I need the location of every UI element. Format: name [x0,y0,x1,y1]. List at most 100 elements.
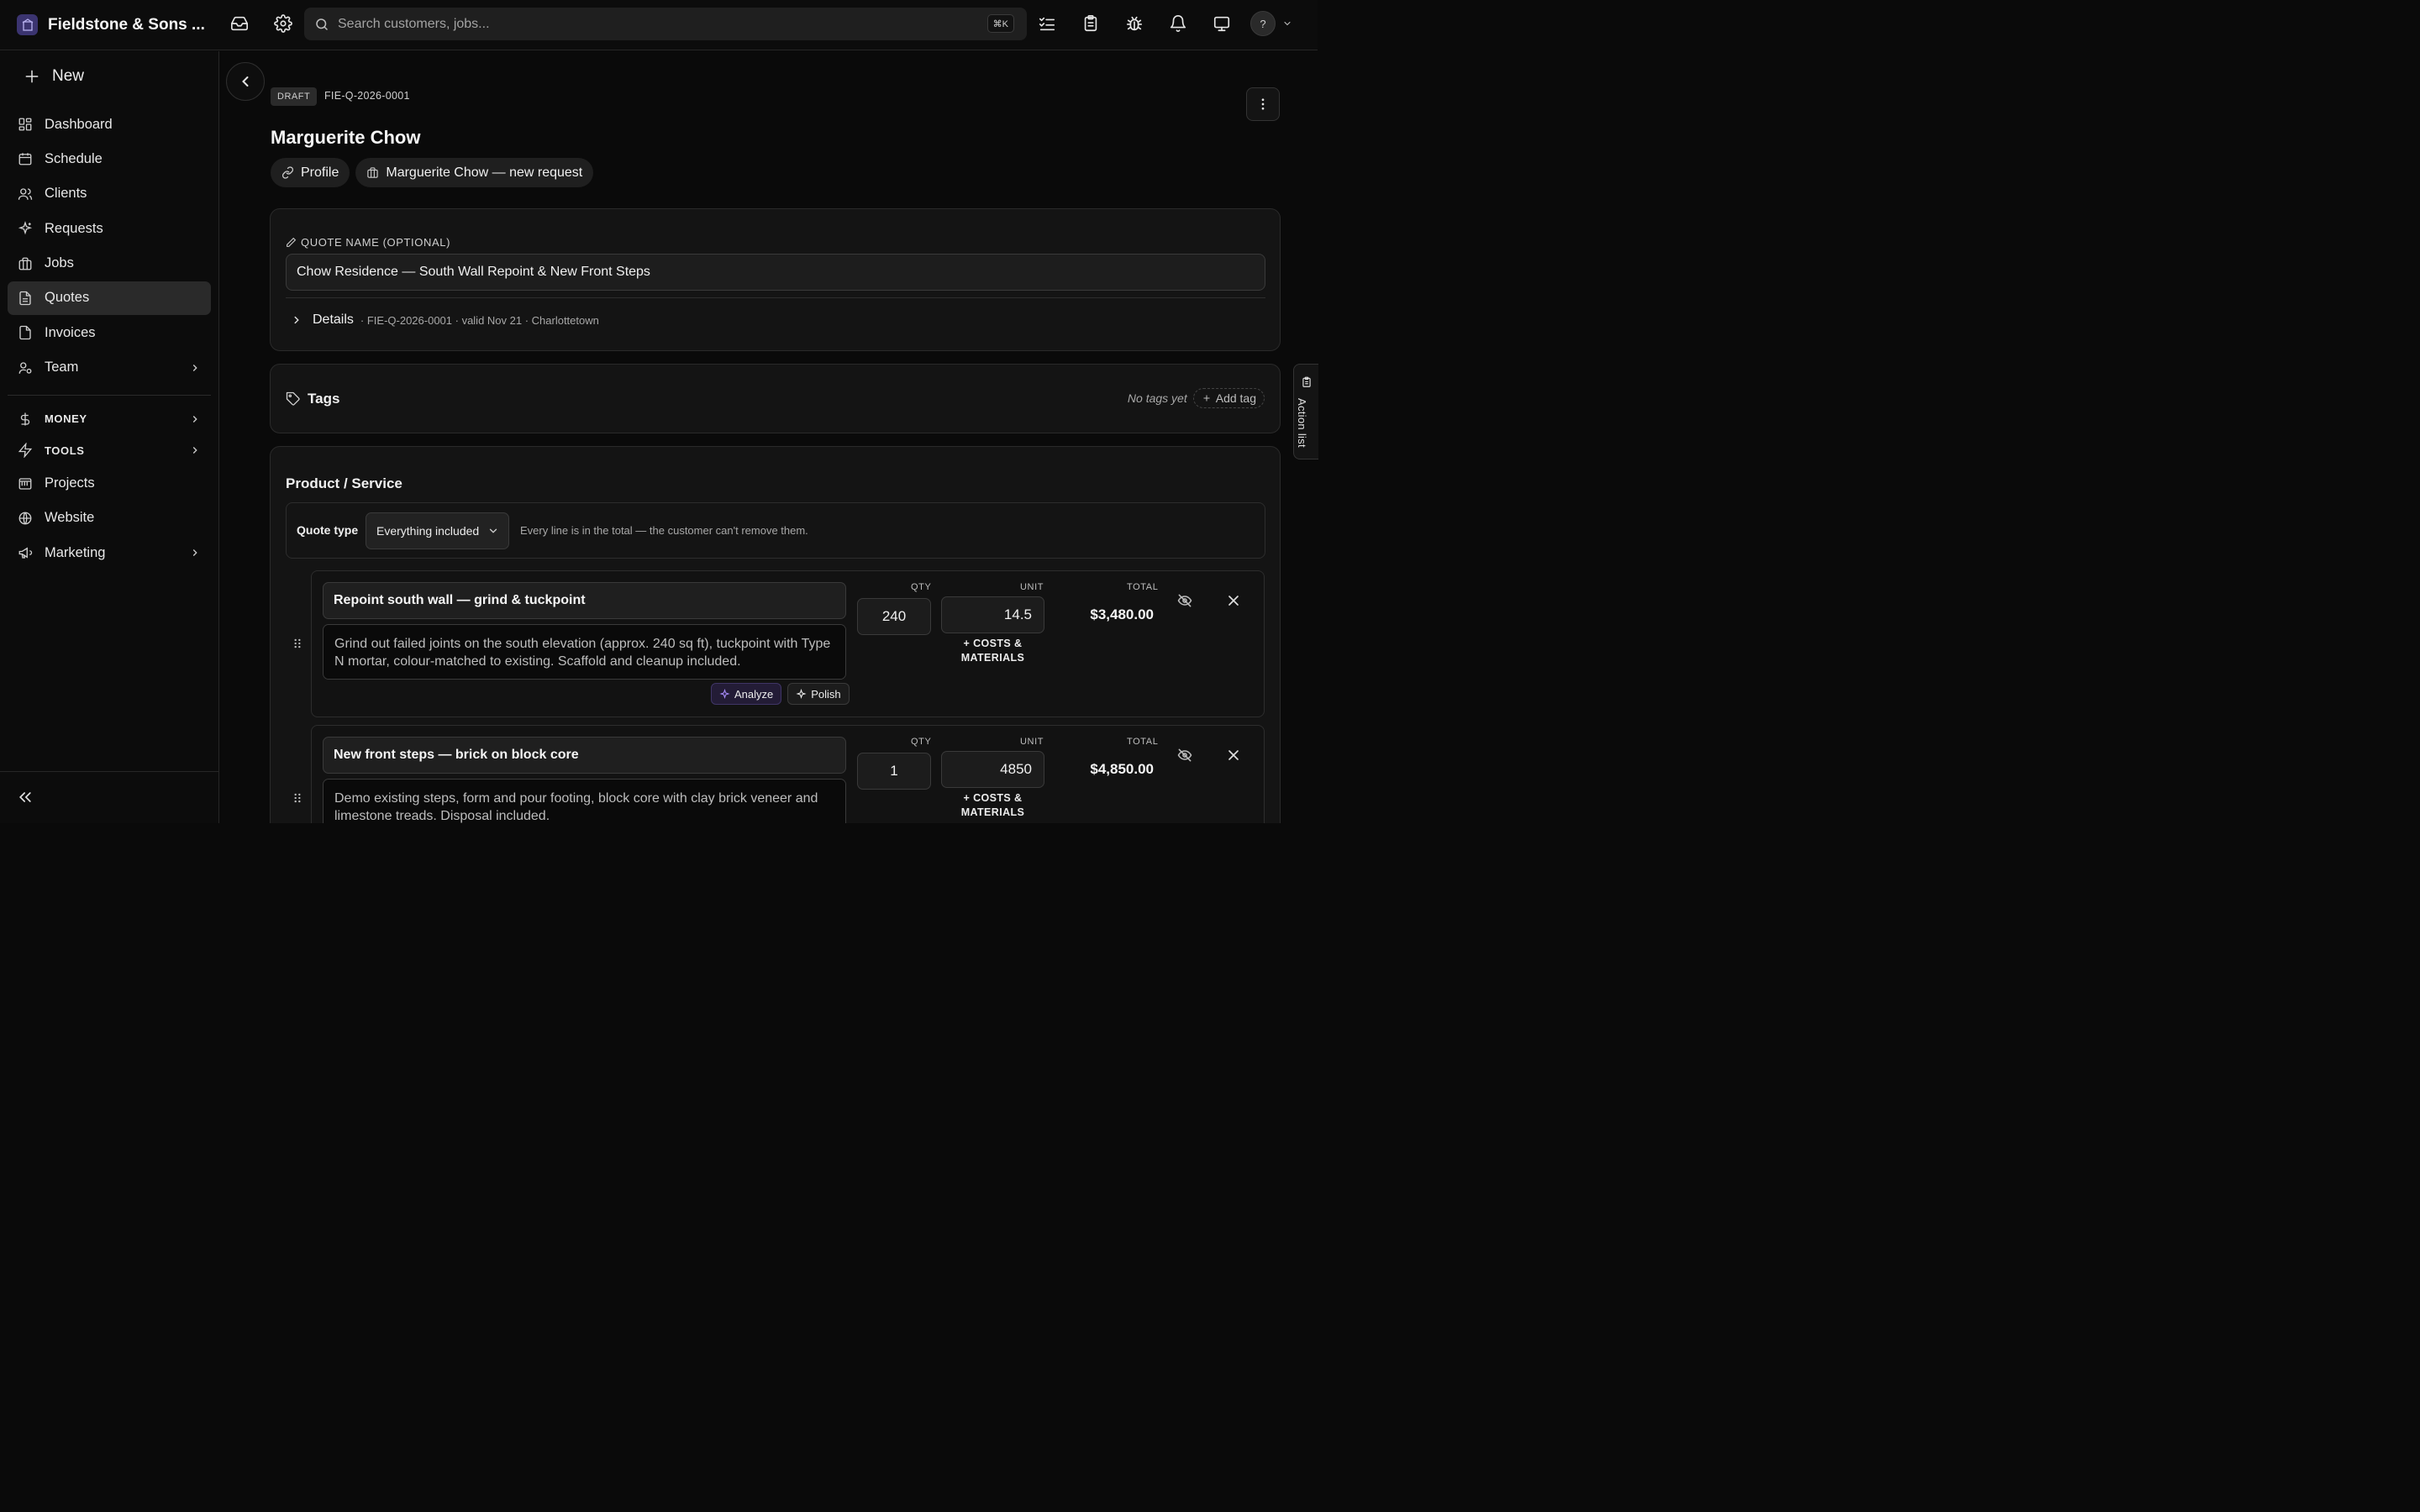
sidebar-item-label: Website [45,510,95,526]
sidebar-item-label: Projects [45,475,95,491]
sidebar-item-schedule[interactable]: Schedule [8,142,211,176]
analyze-label: Analyze [734,687,774,701]
quote-name-input[interactable] [286,254,1265,291]
polish-button[interactable]: Polish [787,683,850,705]
costs-materials-button[interactable]: + COSTS & MATERIALS [941,637,1044,665]
chevron-down-icon [1284,21,1291,26]
search-input[interactable] [338,16,976,32]
line-item-description-input[interactable]: Demo existing steps, form and pour footi… [323,779,846,823]
sidebar-item-quotes[interactable]: Quotes [8,281,211,315]
sidebar-item-requests[interactable]: Requests [8,212,211,245]
inbox-icon[interactable] [223,7,256,40]
document-icon [19,291,31,306]
quote-type-value: Everything included [376,524,480,538]
collapse-sidebar-icon[interactable] [17,789,34,810]
status-badge: DRAFT [271,87,318,106]
bell-icon[interactable] [1161,7,1195,40]
chevron-right-icon [192,447,197,454]
user-menu[interactable]: ? [1250,11,1292,36]
eye-off-icon[interactable] [1176,592,1193,613]
sidebar-group-label: TOOLS [45,444,85,457]
bolt-icon [18,443,33,459]
unit-price-input[interactable] [941,751,1044,788]
action-list-tab[interactable]: Action list [1293,364,1318,459]
profile-link-label: Profile [301,165,339,180]
quote-number: FIE-Q-2026-0001 [324,90,410,102]
total-column-label: TOTAL [1127,582,1159,592]
bug-icon[interactable] [1118,7,1151,40]
chevron-right-icon [192,364,197,371]
costs-materials-button[interactable]: + COSTS & MATERIALS [941,791,1044,820]
new-button-label: New [52,67,85,85]
drag-handle-icon[interactable] [292,792,303,808]
plus-icon [25,70,39,83]
drag-handle-icon[interactable] [292,638,303,654]
sidebar-item-team[interactable]: Team [8,351,211,385]
sidebar-item-clients[interactable]: Clients [8,177,211,211]
chevron-right-icon [294,316,299,324]
more-options-button[interactable] [1246,87,1280,121]
quote-type-hint: Every line is in the total — the custome… [520,524,808,537]
line-item-description-input[interactable]: Grind out failed joints on the south ele… [323,624,846,680]
close-icon[interactable] [1225,592,1242,613]
sidebar-item-marketing[interactable]: Marketing [8,536,211,570]
analyze-button[interactable]: Analyze [711,683,782,705]
tags-title: Tags [308,391,340,407]
section-title: Product / Service [286,475,402,491]
back-button[interactable] [226,62,265,101]
action-list-label: Action list [1296,398,1308,448]
request-link[interactable]: Marguerite Chow — new request [355,158,594,187]
search-shortcut: ⌘K [986,14,1014,33]
users-icon [18,188,33,200]
sidebar-item-invoices[interactable]: Invoices [8,316,211,349]
request-link-label: Marguerite Chow — new request [386,165,583,180]
quote-type-select[interactable]: Everything included [366,512,509,549]
chevron-down-icon [489,528,497,533]
divider [286,297,1265,298]
team-icon [18,362,32,374]
unit-column-label: UNIT [1020,582,1044,592]
add-tag-label: Add tag [1215,391,1256,405]
profile-link[interactable]: Profile [271,158,350,187]
search-icon [316,18,328,30]
qty-input[interactable] [857,753,931,790]
line-item-name-input[interactable] [323,582,846,619]
invoice-icon [19,326,31,340]
client-links: Profile Marguerite Chow — new request [271,158,594,187]
line-item-name-input[interactable] [323,737,846,774]
sidebar-item-label: Invoices [45,324,96,340]
unit-price-input[interactable] [941,596,1044,633]
settings-gear-icon[interactable] [266,7,300,40]
clipboard-icon[interactable] [1074,7,1107,40]
avatar: ? [1250,11,1276,36]
sidebar-item-projects[interactable]: Projects [8,467,211,501]
sidebar-item-website[interactable]: Website [8,501,211,535]
sparkle-icon [719,688,730,699]
eye-off-icon[interactable] [1176,747,1193,768]
monitor-icon[interactable] [1205,7,1239,40]
line-item: Demo existing steps, form and pour footi… [294,725,1265,823]
search-bar[interactable]: ⌘K [304,8,1027,40]
sidebar-nav: Dashboard Schedule Clients Requests Jobs… [8,108,211,571]
brand[interactable]: Fieldstone & Sons ... [0,14,218,35]
globe-icon [18,512,32,525]
sidebar: New Dashboard Schedule Clients Requests … [0,51,219,823]
sidebar-item-jobs[interactable]: Jobs [8,247,211,281]
plus-icon [1203,395,1210,402]
sidebar-group-money[interactable]: MONEY [8,404,211,434]
sidebar-group-tools[interactable]: TOOLS [8,435,211,465]
tags-header: Tags [286,391,339,407]
qty-input[interactable] [857,598,931,635]
details-toggle[interactable]: Details · FIE-Q-2026-0001 · valid Nov 21… [291,312,599,328]
details-label: Details [313,312,354,327]
close-icon[interactable] [1225,747,1242,768]
more-vertical-icon [1261,98,1265,110]
sidebar-divider [8,394,211,396]
add-tag-button[interactable]: Add tag [1192,388,1265,408]
quote-type-label: Quote type [297,523,359,537]
sidebar-item-dashboard[interactable]: Dashboard [8,108,211,141]
new-button[interactable]: New [24,67,84,86]
tags-card: Tags No tags yet Add tag [270,364,1281,433]
checklist-icon[interactable] [1030,7,1064,40]
sparkle-icon [796,688,807,699]
